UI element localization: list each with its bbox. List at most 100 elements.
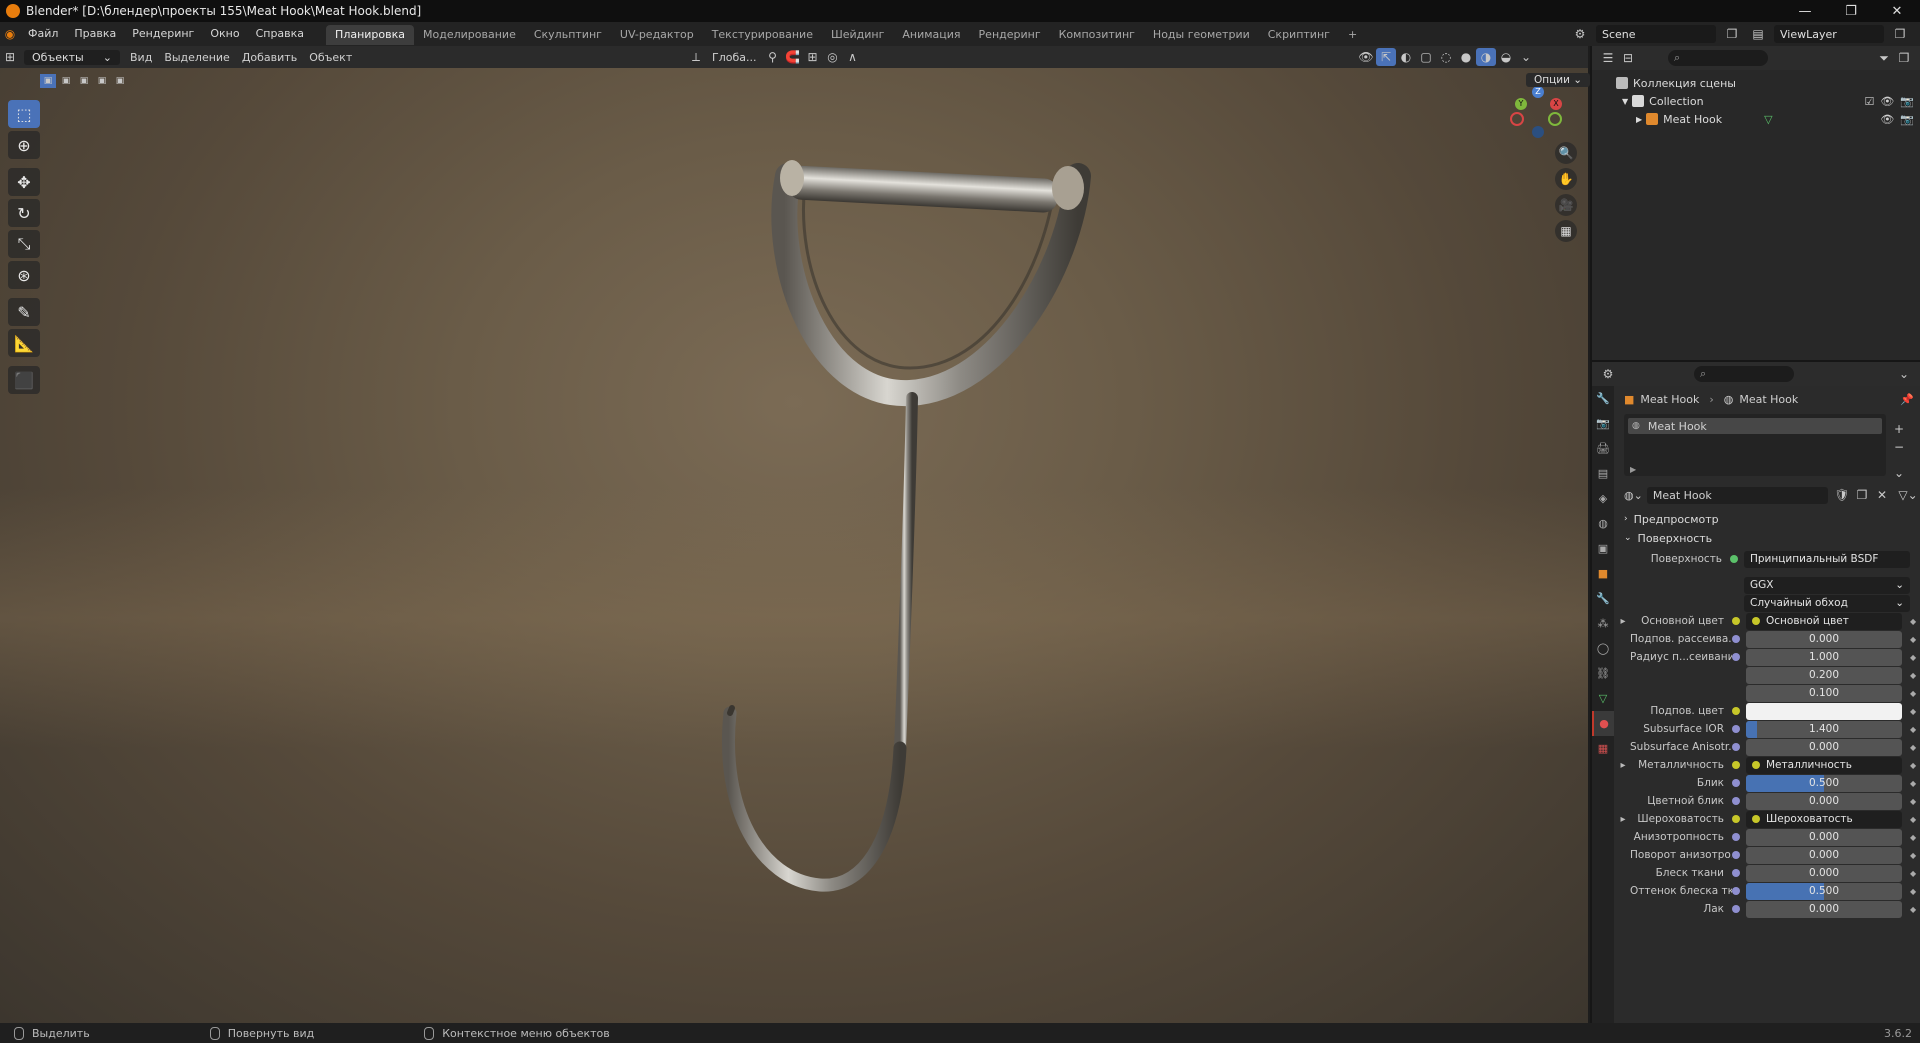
keyframe-icon[interactable]: ◆ bbox=[1910, 851, 1918, 860]
orientation-selector[interactable]: Глоба... bbox=[706, 51, 762, 64]
proportional-edit-icon[interactable]: ◎ bbox=[822, 48, 842, 66]
socket-icon[interactable] bbox=[1732, 905, 1740, 913]
number-field[interactable]: 0.500 bbox=[1746, 774, 1902, 792]
select-subtract-icon[interactable]: ▣ bbox=[76, 74, 92, 88]
close-button[interactable]: ✕ bbox=[1874, 0, 1920, 22]
gizmo-neg-z[interactable] bbox=[1532, 126, 1544, 138]
editor-type-icon[interactable]: ⊞ bbox=[0, 48, 20, 66]
measure-tool[interactable]: 📐 bbox=[8, 329, 40, 357]
keyframe-icon[interactable]: ◆ bbox=[1910, 653, 1918, 662]
surface-shader-field[interactable]: Принципиальный BSDF bbox=[1744, 550, 1910, 568]
socket-icon[interactable] bbox=[1732, 869, 1740, 877]
keyframe-icon[interactable]: ◆ bbox=[1910, 797, 1918, 806]
tab-layout[interactable]: Планировка bbox=[326, 25, 415, 45]
tab-constraints[interactable]: ⛓ bbox=[1592, 661, 1614, 686]
tab-modifiers[interactable]: 🔧 bbox=[1592, 586, 1614, 611]
xray-icon[interactable]: ▢ bbox=[1416, 48, 1436, 66]
keyframe-icon[interactable]: ◆ bbox=[1910, 761, 1918, 770]
menu-object[interactable]: Объект bbox=[303, 51, 358, 64]
rendered-shading-icon[interactable]: ◒ bbox=[1496, 48, 1516, 66]
color-swatch[interactable] bbox=[1746, 702, 1902, 720]
snap-icon[interactable]: 🧲 bbox=[782, 48, 802, 66]
gizmo-neg-y[interactable] bbox=[1548, 112, 1562, 126]
keyframe-icon[interactable]: ◆ bbox=[1910, 869, 1918, 878]
keyframe-icon[interactable]: ◆ bbox=[1910, 725, 1918, 734]
select-box-tool[interactable]: ⬚ bbox=[8, 100, 40, 128]
menu-add[interactable]: Добавить bbox=[236, 51, 303, 64]
socket-icon[interactable] bbox=[1732, 635, 1740, 643]
number-field[interactable]: 0.000 bbox=[1746, 900, 1902, 918]
socket-icon[interactable] bbox=[1732, 815, 1740, 823]
distribution-dropdown[interactable]: GGX ⌄ bbox=[1744, 576, 1910, 594]
select-invert-icon[interactable]: ▣ bbox=[94, 74, 110, 88]
tab-modeling[interactable]: Моделирование bbox=[414, 25, 525, 45]
camera-icon[interactable]: 📷 bbox=[1900, 95, 1914, 108]
mesh-data-icon[interactable]: ▽ bbox=[1764, 113, 1772, 126]
editor-type-icon[interactable]: ⚙ bbox=[1598, 365, 1618, 383]
material-name-field[interactable]: Meat Hook bbox=[1646, 486, 1828, 504]
tab-shading[interactable]: Шейдинг bbox=[822, 25, 893, 45]
scene-selector[interactable]: Scene bbox=[1596, 25, 1716, 43]
menu-render[interactable]: Рендеринг bbox=[124, 22, 202, 46]
gizmo-y-axis[interactable]: Y bbox=[1515, 98, 1527, 110]
keyframe-icon[interactable]: ◆ bbox=[1910, 671, 1918, 680]
material-shading-icon[interactable]: ◑ bbox=[1476, 48, 1496, 66]
socket-icon[interactable] bbox=[1732, 797, 1740, 805]
editor-type-icon[interactable]: ☰ bbox=[1598, 49, 1618, 67]
select-intersect-icon[interactable]: ▣ bbox=[112, 74, 128, 88]
number-field[interactable]: 0.000 bbox=[1746, 846, 1902, 864]
number-field[interactable]: 0.000 bbox=[1746, 630, 1902, 648]
new-scene-icon[interactable]: ❐ bbox=[1722, 25, 1742, 43]
scene-icon[interactable]: ⚙ bbox=[1570, 25, 1590, 43]
outliner-row-scene-collection[interactable]: Коллекция сцены bbox=[1592, 74, 1920, 92]
number-field[interactable]: 0.100 bbox=[1746, 684, 1902, 702]
menu-help[interactable]: Справка bbox=[248, 22, 312, 46]
view-layer-selector[interactable]: ViewLayer bbox=[1774, 25, 1884, 43]
ortho-toggle-button[interactable]: ▦ bbox=[1555, 220, 1577, 242]
keyframe-icon[interactable]: ◆ bbox=[1910, 905, 1918, 914]
number-field[interactable]: 0.200 bbox=[1746, 666, 1902, 684]
chevron-right-icon[interactable]: ▶ bbox=[1636, 115, 1642, 124]
add-slot-button[interactable]: + bbox=[1894, 422, 1904, 436]
section-preview[interactable]: › Предпросмотр bbox=[1624, 510, 1912, 528]
solid-shading-icon[interactable]: ● bbox=[1456, 48, 1476, 66]
number-field[interactable]: 0.500 bbox=[1746, 882, 1902, 900]
menu-window[interactable]: Окно bbox=[202, 22, 247, 46]
rotate-tool[interactable]: ↻ bbox=[8, 199, 40, 227]
number-field[interactable]: 0.000 bbox=[1746, 864, 1902, 882]
menu-file[interactable]: Файл bbox=[20, 22, 66, 46]
socket-icon[interactable] bbox=[1732, 617, 1740, 625]
chevron-right-icon[interactable]: ▸ bbox=[1618, 616, 1628, 627]
subsurface-method-dropdown[interactable]: Случайный обход ⌄ bbox=[1744, 594, 1910, 612]
gizmo-x-axis[interactable]: X bbox=[1550, 98, 1562, 110]
tab-particles[interactable]: ⁂ bbox=[1592, 611, 1614, 636]
linked-input-field[interactable]: Основной цвет bbox=[1746, 612, 1902, 630]
tab-object[interactable]: ■ bbox=[1592, 561, 1614, 586]
pan-button[interactable]: ✋ bbox=[1555, 168, 1577, 190]
outliner-row-meat-hook[interactable]: ▶ Meat Hook ▽ 👁 📷 bbox=[1592, 110, 1920, 128]
options-dropdown[interactable]: Опции ⌄ bbox=[1526, 73, 1591, 87]
number-field[interactable]: 1.000 bbox=[1746, 648, 1902, 666]
outliner-search[interactable]: ⌕ bbox=[1668, 50, 1768, 66]
keyframe-icon[interactable]: ◆ bbox=[1910, 743, 1918, 752]
tab-output[interactable]: 🖨 bbox=[1592, 436, 1614, 461]
camera-view-button[interactable]: 🎥 bbox=[1555, 194, 1577, 216]
minimize-button[interactable]: — bbox=[1782, 0, 1828, 22]
unlink-icon[interactable]: ✕ bbox=[1872, 486, 1892, 504]
gizmo-neg-x[interactable] bbox=[1510, 112, 1524, 126]
scale-tool[interactable]: ⤡ bbox=[8, 230, 40, 258]
section-surface[interactable]: ⌄ Поверхность bbox=[1624, 529, 1912, 547]
transform-tool[interactable]: ⊛ bbox=[8, 261, 40, 289]
tab-rendering[interactable]: Рендеринг bbox=[970, 25, 1050, 45]
tab-world[interactable]: ◍ bbox=[1592, 511, 1614, 536]
socket-icon[interactable] bbox=[1732, 653, 1740, 661]
chevron-right-icon[interactable]: ▶ bbox=[1630, 465, 1636, 474]
tab-data[interactable]: ▽ bbox=[1592, 686, 1614, 711]
gizmo-z-axis[interactable]: Z bbox=[1532, 86, 1544, 98]
keyframe-icon[interactable]: ◆ bbox=[1910, 887, 1918, 896]
socket-icon[interactable] bbox=[1732, 725, 1740, 733]
new-collection-icon[interactable]: ❐ bbox=[1894, 49, 1914, 67]
keyframe-icon[interactable]: ◆ bbox=[1910, 779, 1918, 788]
keyframe-icon[interactable]: ◆ bbox=[1910, 689, 1918, 698]
overlay-icon[interactable]: ◐ bbox=[1396, 48, 1416, 66]
